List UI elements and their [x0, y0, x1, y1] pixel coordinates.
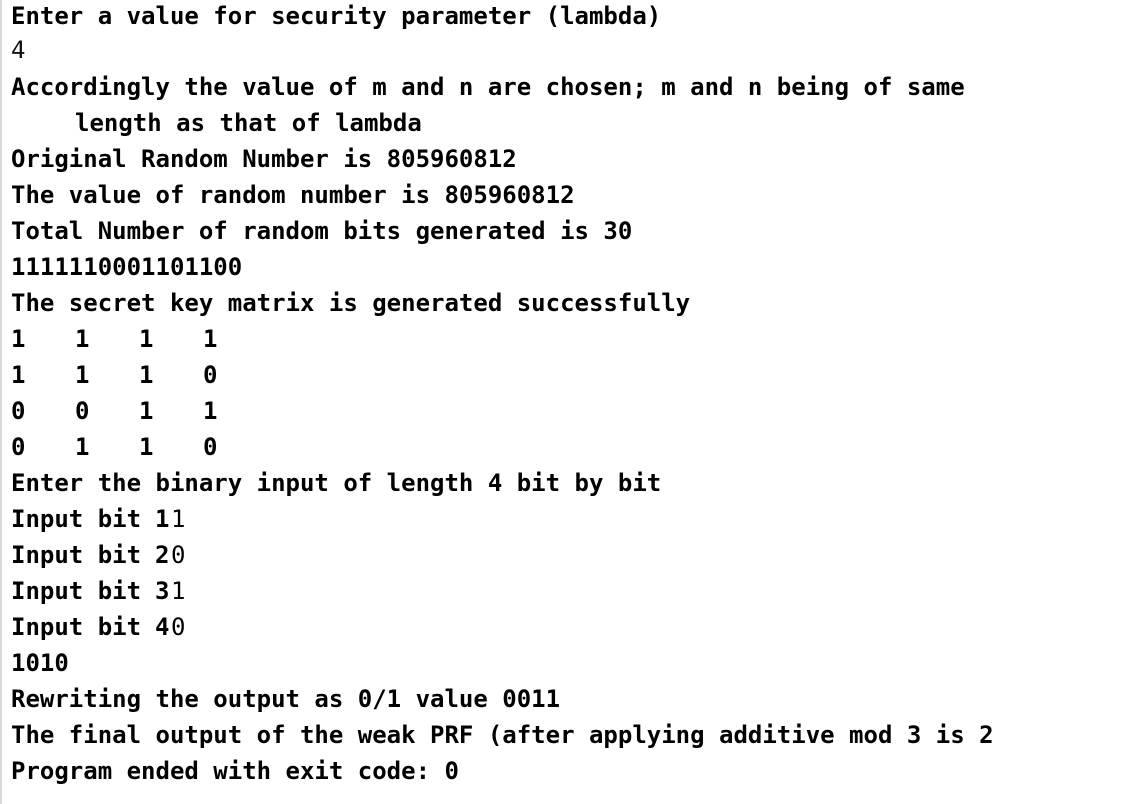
- matrix-cell: 1: [203, 397, 218, 425]
- original-random-line: Original Random Number is 805960812: [11, 145, 517, 173]
- total-bits-line: Total Number of random bits generated is…: [11, 217, 633, 245]
- chosen-line-1: Accordingly the value of m and n are cho…: [11, 73, 965, 101]
- final-output-line: The final output of the weak PRF (after …: [11, 721, 994, 749]
- input-bit-label: Input bit: [11, 541, 156, 569]
- bitstring-line: 1111110001101100: [11, 253, 243, 281]
- chosen-line-2: length as that of lambda: [75, 109, 422, 137]
- matrix-cell: 0: [11, 433, 26, 461]
- lambda-input-value: 4: [11, 36, 26, 64]
- input-bit-label: Input bit: [11, 577, 156, 605]
- input-bit-value: 0: [171, 613, 186, 641]
- input-bit-value: 1: [171, 577, 186, 605]
- console-output[interactable]: Enter a value for security parameter (la…: [0, 0, 1148, 804]
- matrix-cell: 1: [139, 433, 154, 461]
- input-bit-label: Input bit: [11, 613, 156, 641]
- prompt-lambda: Enter a value for security parameter (la…: [11, 2, 662, 30]
- matrix-cell: 1: [139, 325, 154, 353]
- input-bit-index: 1: [155, 505, 170, 533]
- matrix-cell: 0: [11, 397, 26, 425]
- input-bit-value: 0: [171, 541, 186, 569]
- key-success-line: The secret key matrix is generated succe…: [11, 289, 691, 317]
- matrix-cell: 1: [139, 361, 154, 389]
- input-bit-index: 4: [155, 613, 170, 641]
- matrix-cell: 1: [75, 433, 90, 461]
- exit-message-line: Program ended with exit code: 0: [11, 757, 459, 785]
- matrix-cell: 1: [11, 361, 26, 389]
- rewriting-line: Rewriting the output as 0/1 value 0011: [11, 685, 561, 713]
- input-bit-index: 2: [155, 541, 170, 569]
- matrix-cell: 0: [203, 433, 218, 461]
- matrix-cell: 1: [75, 361, 90, 389]
- enter-binary-line: Enter the binary input of length 4 bit b…: [11, 469, 662, 497]
- random-value-line: The value of random number is 805960812: [11, 181, 575, 209]
- matrix-cell: 1: [11, 325, 26, 353]
- matrix-cell: 0: [75, 397, 90, 425]
- input-bit-label: Input bit: [11, 505, 156, 533]
- matrix-cell: 1: [75, 325, 90, 353]
- input-string-line: 1010: [11, 649, 69, 677]
- matrix-cell: 1: [203, 325, 218, 353]
- input-bit-value: 1: [171, 505, 186, 533]
- matrix-cell: 0: [203, 361, 218, 389]
- matrix-cell: 1: [139, 397, 154, 425]
- input-bit-index: 3: [155, 577, 170, 605]
